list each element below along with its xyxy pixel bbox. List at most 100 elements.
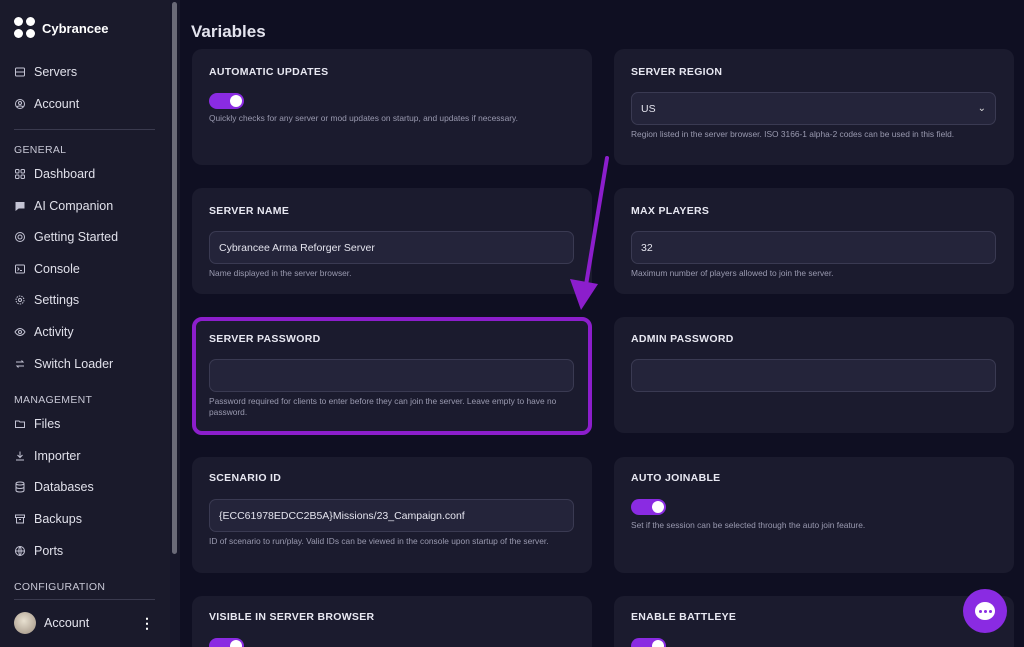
- terminal-icon: [14, 263, 26, 275]
- visible-in-server-browser-toggle[interactable]: [209, 638, 244, 647]
- section-label-general: GENERAL: [14, 144, 67, 156]
- card-max-players: MAX PLAYERS 32 Maximum number of players…: [614, 188, 1014, 294]
- brand[interactable]: Cybrancee: [14, 17, 108, 39]
- sidebar-item-importer[interactable]: Importer: [14, 446, 164, 466]
- auto-joinable-toggle[interactable]: [631, 499, 666, 515]
- sidebar-item-label: Account: [34, 97, 80, 111]
- sidebar-item-label: Switch Loader: [34, 357, 114, 371]
- card-help: Password required for clients to enter b…: [209, 396, 557, 417]
- automatic-updates-toggle[interactable]: [209, 93, 244, 109]
- card-help: Maximum number of players allowed to joi…: [631, 268, 834, 278]
- sidebar-item-label: Activity: [34, 325, 74, 339]
- sidebar-item-label: Importer: [34, 449, 81, 463]
- card-auto-joinable: AUTO JOINABLE Set if the session can be …: [614, 457, 1014, 573]
- card-help: Region listed in the server browser. ISO…: [631, 129, 955, 139]
- more-vertical-icon[interactable]: ⋮: [140, 616, 154, 630]
- sidebar-item-label: Ports: [34, 544, 64, 558]
- chat-bubble-icon: [975, 602, 995, 620]
- scenario-id-input[interactable]: {ECC61978EDCC2B5A}Missions/23_Campaign.c…: [209, 499, 574, 532]
- enable-battleye-toggle[interactable]: [631, 638, 666, 647]
- card-visible-in-server-browser: VISIBLE IN SERVER BROWSER: [192, 596, 592, 647]
- card-server-name: SERVER NAME Cybrancee Arma Reforger Serv…: [192, 188, 592, 294]
- sidebar-item-label: Dashboard: [34, 167, 96, 181]
- sidebar-item-label: AI Companion: [34, 199, 114, 213]
- sidebar: Cybrancee Servers Account GENERAL Dashbo…: [0, 0, 170, 647]
- server-password-input[interactable]: [209, 359, 574, 392]
- download-icon: [14, 450, 26, 462]
- card-title: ADMIN PASSWORD: [631, 333, 734, 345]
- select-value: US: [641, 102, 656, 115]
- server-icon: [14, 66, 26, 78]
- chevron-down-icon: ⌄: [977, 103, 986, 114]
- gear-icon: [14, 294, 26, 306]
- sidebar-item-backups[interactable]: Backups: [14, 509, 164, 529]
- swap-icon: [14, 358, 26, 370]
- sidebar-item-activity[interactable]: Activity: [14, 322, 164, 342]
- toggle-knob: [652, 501, 664, 513]
- card-enable-battleye: ENABLE BATTLEYE: [614, 596, 1014, 647]
- sidebar-item-ai-companion[interactable]: AI Companion: [14, 196, 164, 216]
- card-automatic-updates: AUTOMATIC UPDATES Quickly checks for any…: [192, 49, 592, 165]
- sidebar-item-switch-loader[interactable]: Switch Loader: [14, 354, 164, 374]
- card-server-region: SERVER REGION US ⌄ Region listed in the …: [614, 49, 1014, 165]
- sidebar-item-label: Settings: [34, 293, 80, 307]
- account-label: Account: [44, 616, 90, 630]
- user-circle-icon: [14, 98, 26, 110]
- card-title: SERVER NAME: [209, 205, 290, 217]
- card-help: Name displayed in the server browser.: [209, 268, 352, 278]
- sidebar-item-label: Getting Started: [34, 230, 119, 244]
- card-title: SCENARIO ID: [209, 472, 282, 484]
- sidebar-item-label: Servers: [34, 65, 78, 79]
- archive-icon: [14, 513, 26, 525]
- card-title: SERVER REGION: [631, 66, 723, 78]
- sidebar-scrollbar[interactable]: [172, 2, 177, 554]
- sidebar-item-console[interactable]: Console: [14, 259, 164, 279]
- sidebar-item-ports[interactable]: Ports: [14, 541, 164, 561]
- server-region-select[interactable]: US ⌄: [631, 92, 996, 125]
- brand-name: Cybrancee: [42, 20, 109, 36]
- card-title: ENABLE BATTLEYE: [631, 611, 737, 623]
- toggle-knob: [230, 95, 242, 107]
- toggle-knob: [652, 640, 664, 647]
- max-players-input[interactable]: 32: [631, 231, 996, 264]
- server-name-input[interactable]: Cybrancee Arma Reforger Server: [209, 231, 574, 264]
- eye-icon: [14, 326, 26, 338]
- card-server-password: SERVER PASSWORD Password required for cl…: [192, 317, 592, 435]
- sidebar-item-label: Backups: [34, 512, 82, 526]
- card-title: VISIBLE IN SERVER BROWSER: [209, 611, 375, 623]
- card-title: MAX PLAYERS: [631, 205, 710, 217]
- avatar: [14, 612, 36, 634]
- card-help: ID of scenario to run/play. Valid IDs ca…: [209, 536, 549, 546]
- sidebar-item-servers[interactable]: Servers: [14, 62, 164, 82]
- card-title: SERVER PASSWORD: [209, 333, 321, 345]
- card-help: Set if the session can be selected throu…: [631, 520, 866, 530]
- sidebar-divider: [14, 129, 155, 130]
- sidebar-item-getting-started[interactable]: Getting Started: [14, 227, 164, 247]
- admin-password-input[interactable]: [631, 359, 996, 392]
- sidebar-item-files[interactable]: Files: [14, 414, 164, 434]
- account-menu[interactable]: Account ⋮: [14, 610, 154, 636]
- sidebar-divider: [14, 599, 155, 600]
- section-label-management: MANAGEMENT: [14, 394, 93, 406]
- toggle-knob: [230, 640, 242, 647]
- folder-icon: [14, 418, 26, 430]
- chat-icon: [14, 200, 26, 212]
- sidebar-item-label: Databases: [34, 480, 94, 494]
- sidebar-item-account[interactable]: Account: [14, 94, 164, 114]
- sidebar-item-settings[interactable]: Settings: [14, 290, 164, 310]
- chat-support-button[interactable]: [963, 589, 1007, 633]
- sidebar-item-label: Console: [34, 262, 80, 276]
- cybrancee-logo-icon: [14, 17, 36, 39]
- grid-icon: [14, 168, 26, 180]
- database-icon: [14, 481, 26, 493]
- page-title: Variables: [191, 22, 266, 41]
- lifebuoy-icon: [14, 231, 26, 243]
- card-scenario-id: SCENARIO ID {ECC61978EDCC2B5A}Missions/2…: [192, 457, 592, 573]
- globe-icon: [14, 545, 26, 557]
- sidebar-item-dashboard[interactable]: Dashboard: [14, 164, 164, 184]
- card-title: AUTO JOINABLE: [631, 472, 721, 484]
- card-admin-password: ADMIN PASSWORD: [614, 317, 1014, 433]
- section-label-configuration: CONFIGURATION: [14, 581, 106, 593]
- sidebar-item-label: Files: [34, 417, 61, 431]
- sidebar-item-databases[interactable]: Databases: [14, 477, 164, 497]
